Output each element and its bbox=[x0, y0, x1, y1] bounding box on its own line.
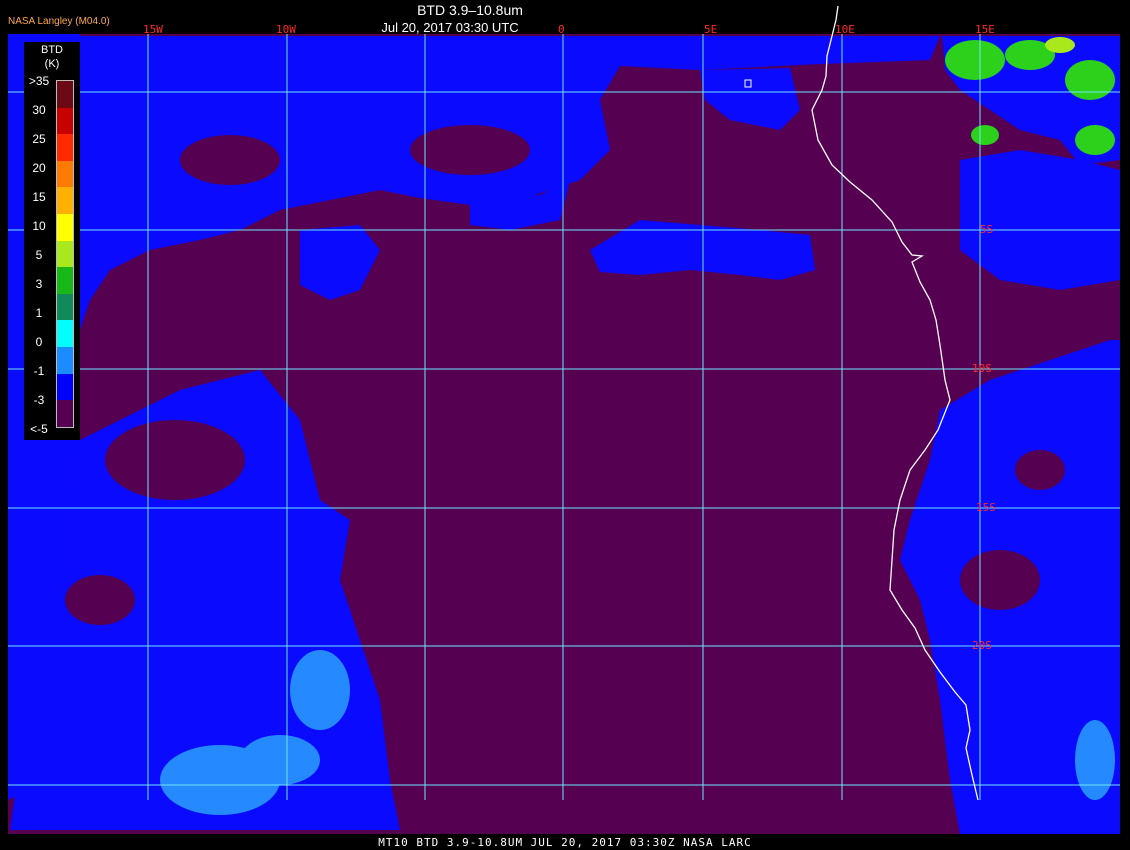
legend-tick-label: -1 bbox=[33, 364, 45, 378]
credit-label: NASA Langley (M04.0) bbox=[8, 16, 110, 27]
legend-swatch bbox=[57, 160, 73, 188]
legend-tick-label: 1 bbox=[35, 306, 43, 320]
legend-swatch bbox=[57, 400, 73, 427]
legend-swatch bbox=[57, 134, 73, 161]
legend-tick-label: >35 bbox=[28, 74, 50, 88]
legend-tick-label: 3 bbox=[35, 277, 43, 291]
legend-tick-label: 10 bbox=[32, 219, 46, 233]
legend-tick-label: 15 bbox=[32, 190, 46, 204]
legend-tick-label: 5 bbox=[35, 248, 43, 262]
color-legend: BTD (K) >35 30 25 20 15 10 5 3 1 0 -1 -3 <-5 bbox=[24, 42, 80, 440]
lat-label-15s: 15S bbox=[976, 501, 996, 514]
lat-label-5s: 5S bbox=[980, 223, 993, 236]
legend-swatch bbox=[57, 373, 73, 401]
legend-swatch bbox=[57, 240, 73, 268]
image-title: BTD 3.9–10.8um bbox=[417, 2, 523, 18]
legend-title: BTD bbox=[41, 44, 63, 56]
legend-unit: (K) bbox=[44, 58, 60, 70]
legend-swatch bbox=[57, 320, 73, 348]
legend-tick-label: 30 bbox=[32, 103, 46, 117]
lat-label-20s: 20S bbox=[972, 639, 992, 652]
lat-label-10s: 10S bbox=[972, 362, 992, 375]
legend-tick-label: 20 bbox=[32, 161, 46, 175]
legend-tick-label: 0 bbox=[35, 335, 43, 349]
legend-swatch bbox=[57, 214, 73, 241]
lon-label-15e: 15E bbox=[975, 23, 995, 36]
legend-swatch bbox=[57, 267, 73, 294]
legend-tick-label: <-5 bbox=[30, 422, 48, 436]
satellite-map: 15W 10W 0 5E 10E 15E 5S 10S 15S 20S bbox=[8, 5, 1120, 834]
legend-swatch bbox=[57, 81, 73, 108]
legend-swatch bbox=[57, 187, 73, 215]
legend-swatch bbox=[57, 107, 73, 135]
legend-colorbar bbox=[56, 80, 74, 428]
image-timestamp: Jul 20, 2017 03:30 UTC bbox=[381, 20, 519, 35]
legend-tick-label: -3 bbox=[33, 393, 45, 407]
legend-swatch bbox=[57, 347, 73, 374]
image-footer: MT10 BTD 3.9-10.8UM JUL 20, 2017 03:30Z … bbox=[378, 836, 752, 849]
legend-tick-label: 25 bbox=[32, 132, 46, 146]
legend-swatch bbox=[57, 293, 73, 321]
